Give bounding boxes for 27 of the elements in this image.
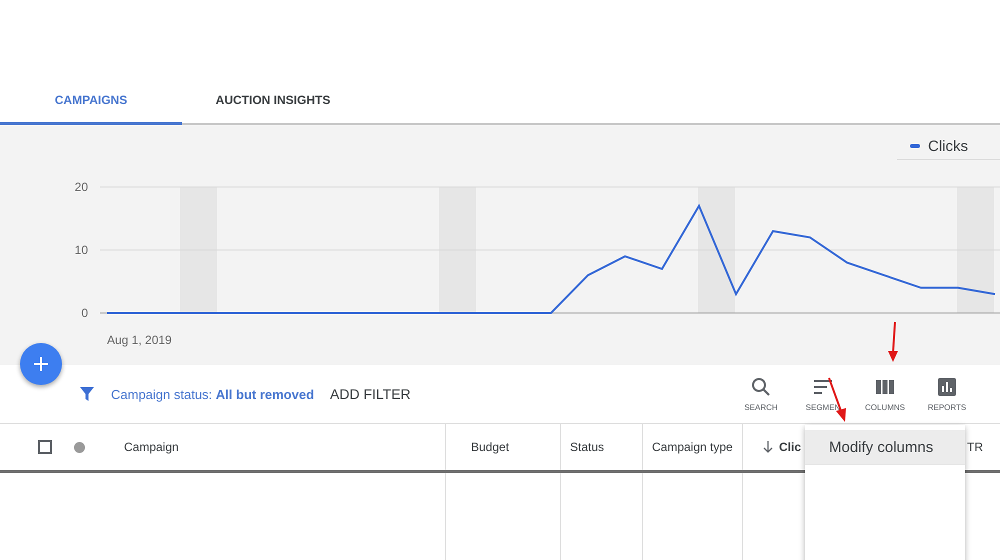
status-dot-icon xyxy=(74,442,85,452)
bar-chart-icon xyxy=(937,376,957,396)
tab[interactable]: AUCTION INSIGHTS xyxy=(182,77,364,125)
plus-icon xyxy=(34,357,48,371)
add-button[interactable] xyxy=(20,343,62,385)
search-icon xyxy=(751,376,771,396)
checkbox[interactable] xyxy=(38,440,52,454)
menu-item[interactable]: Modify columns xyxy=(805,430,965,465)
column-header[interactable]: Campaign xyxy=(124,440,179,454)
date-label: Aug 1, 2019 xyxy=(107,333,172,347)
toolbar-button[interactable]: SEARCH xyxy=(730,376,792,412)
add-filter-button[interactable]: ADD FILTER xyxy=(330,386,411,402)
column-header[interactable]: Status xyxy=(570,440,604,454)
column-header[interactable]: Clic xyxy=(779,440,802,454)
filter-icon[interactable] xyxy=(79,386,95,402)
chart-legend: Clicks xyxy=(897,133,1000,160)
pointer-arrow xyxy=(888,322,898,362)
axis-label: 20 xyxy=(74,180,88,194)
column-header[interactable]: Budget xyxy=(471,440,510,454)
column-header[interactable]: TR xyxy=(967,440,983,454)
axis-label: 10 xyxy=(74,243,88,257)
toolbar-button[interactable]: COLUMNS xyxy=(854,376,916,412)
axis-label: 0 xyxy=(81,306,88,320)
filter-chip[interactable]: Campaign status: All but removed xyxy=(111,386,314,402)
toolbar-button[interactable]: REPORTS xyxy=(916,376,978,412)
column-header[interactable]: Campaign type xyxy=(652,439,733,455)
sort-arrow-icon xyxy=(763,441,773,453)
